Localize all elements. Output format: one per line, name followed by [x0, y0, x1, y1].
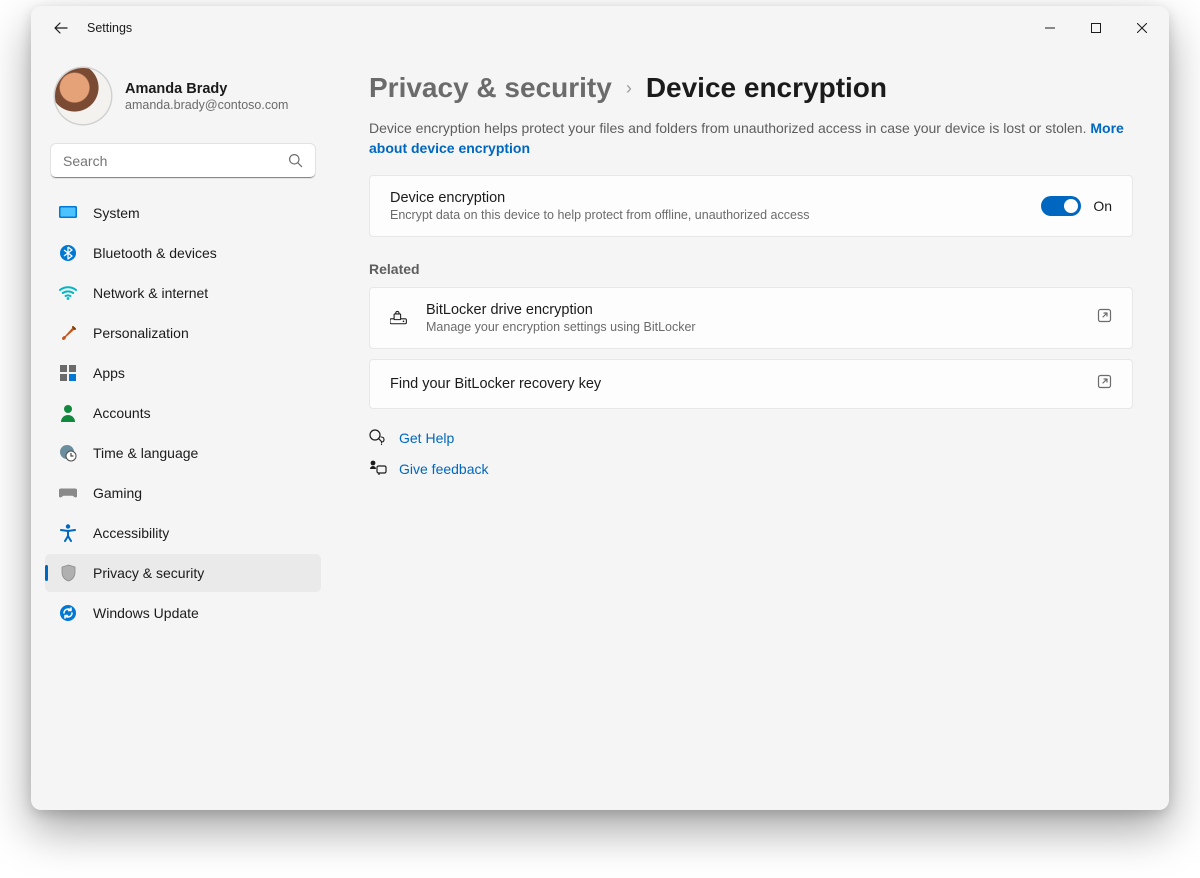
apps-icon — [59, 364, 77, 382]
card-subtitle: Encrypt data on this device to help prot… — [390, 208, 1023, 222]
main-content: Privacy & security › Device encryption D… — [331, 50, 1169, 810]
page-title: Device encryption — [646, 72, 887, 104]
wifi-icon — [59, 284, 77, 302]
sidebar-item-label: Apps — [93, 365, 125, 381]
profile-email: amanda.brady@contoso.com — [125, 98, 288, 112]
search-wrap — [51, 144, 315, 178]
device-encryption-card: Device encryption Encrypt data on this d… — [369, 175, 1133, 237]
sidebar-item-accessibility[interactable]: Accessibility — [45, 514, 321, 552]
sidebar-item-label: Personalization — [93, 325, 189, 341]
sidebar-item-accounts[interactable]: Accounts — [45, 394, 321, 432]
close-icon — [1137, 23, 1147, 33]
card-subtitle: Manage your encryption settings using Bi… — [426, 320, 1079, 334]
card-title: BitLocker drive encryption — [426, 302, 1079, 318]
card-title: Device encryption — [390, 190, 1023, 206]
lock-drive-icon — [390, 309, 408, 327]
search-icon — [288, 153, 303, 168]
window-title: Settings — [87, 21, 132, 35]
close-button[interactable] — [1119, 12, 1165, 44]
card-title: Find your BitLocker recovery key — [390, 376, 1079, 392]
profile-block[interactable]: Amanda Brady amanda.brady@contoso.com — [45, 50, 321, 144]
open-external-icon — [1097, 308, 1112, 328]
bluetooth-icon — [59, 244, 77, 262]
lead-text: Device encryption helps protect your fil… — [369, 118, 1133, 159]
sidebar-item-label: Time & language — [93, 445, 198, 461]
sidebar-item-system[interactable]: System — [45, 194, 321, 232]
toggle-state: On — [1093, 198, 1112, 214]
open-external-icon — [1097, 374, 1112, 394]
encryption-toggle[interactable]: On — [1041, 196, 1112, 216]
globe-clock-icon — [59, 444, 77, 462]
sidebar-item-privacy[interactable]: Privacy & security — [45, 554, 321, 592]
maximize-button[interactable] — [1073, 12, 1119, 44]
bitlocker-drive-encryption-row[interactable]: BitLocker drive encryption Manage your e… — [369, 287, 1133, 349]
sidebar-item-label: Accounts — [93, 405, 151, 421]
feedback-label: Give feedback — [399, 461, 489, 477]
sidebar-item-bluetooth[interactable]: Bluetooth & devices — [45, 234, 321, 272]
related-heading: Related — [369, 261, 1133, 277]
sidebar-item-label: Accessibility — [93, 525, 169, 541]
back-button[interactable] — [41, 8, 81, 48]
lead-body: Device encryption helps protect your fil… — [369, 120, 1090, 136]
profile-name: Amanda Brady — [125, 81, 288, 97]
minimize-button[interactable] — [1027, 12, 1073, 44]
sidebar-item-update[interactable]: Windows Update — [45, 594, 321, 632]
chevron-right-icon: › — [626, 78, 632, 99]
sidebar-item-network[interactable]: Network & internet — [45, 274, 321, 312]
sidebar-item-apps[interactable]: Apps — [45, 354, 321, 392]
sidebar-item-label: Gaming — [93, 485, 142, 501]
person-icon — [59, 404, 77, 422]
sidebar-item-time[interactable]: Time & language — [45, 434, 321, 472]
system-icon — [59, 204, 77, 222]
brush-icon — [59, 324, 77, 342]
titlebar: Settings — [31, 6, 1169, 50]
nav: System Bluetooth & devices Network & int… — [45, 194, 321, 632]
give-feedback-link[interactable]: Give feedback — [369, 460, 1133, 479]
breadcrumb: Privacy & security › Device encryption — [369, 72, 1133, 104]
sidebar-item-label: Privacy & security — [93, 565, 204, 581]
sidebar-item-label: System — [93, 205, 140, 221]
accessibility-icon — [59, 524, 77, 542]
search-input[interactable] — [51, 144, 315, 178]
sidebar-item-gaming[interactable]: Gaming — [45, 474, 321, 512]
bitlocker-recovery-key-row[interactable]: Find your BitLocker recovery key — [369, 359, 1133, 409]
shield-icon — [59, 564, 77, 582]
avatar — [55, 68, 111, 124]
breadcrumb-parent[interactable]: Privacy & security — [369, 72, 612, 104]
get-help-link[interactable]: Get Help — [369, 429, 1133, 448]
update-icon — [59, 604, 77, 622]
gamepad-icon — [59, 484, 77, 502]
sidebar: Amanda Brady amanda.brady@contoso.com Sy… — [31, 50, 331, 810]
sidebar-item-label: Windows Update — [93, 605, 199, 621]
help-label: Get Help — [399, 430, 454, 446]
feedback-icon — [369, 460, 387, 479]
sidebar-item-personalization[interactable]: Personalization — [45, 314, 321, 352]
sidebar-item-label: Bluetooth & devices — [93, 245, 217, 261]
arrow-left-icon — [53, 20, 69, 36]
toggle-track — [1041, 196, 1081, 216]
maximize-icon — [1091, 23, 1101, 33]
minimize-icon — [1045, 23, 1055, 33]
help-icon — [369, 429, 387, 448]
sidebar-item-label: Network & internet — [93, 285, 208, 301]
